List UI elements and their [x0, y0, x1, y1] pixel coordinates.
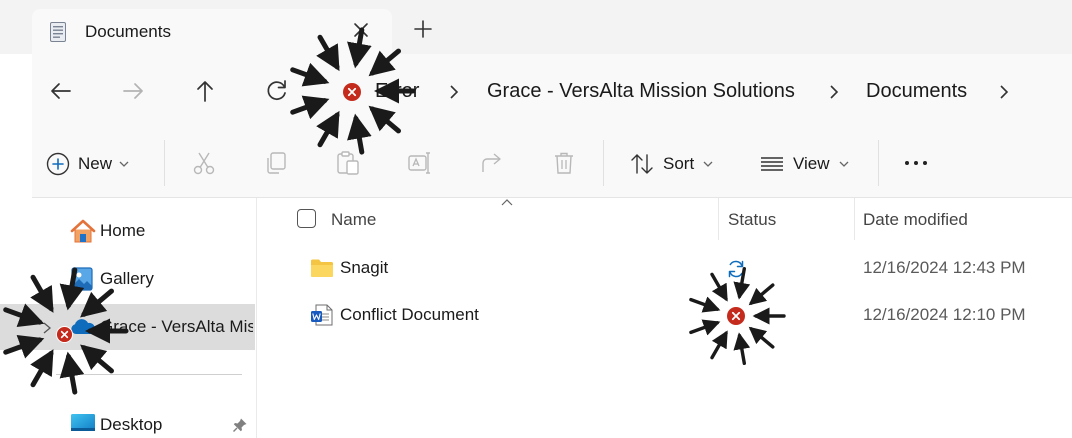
- select-all-checkbox[interactable]: [297, 209, 316, 228]
- onedrive-cloud-icon: [71, 319, 95, 334]
- file-name: Snagit: [340, 258, 389, 277]
- chevron-right-icon[interactable]: [448, 84, 460, 100]
- tab-documents[interactable]: Documents: [32, 9, 392, 55]
- sidebar-label-home: Home: [100, 221, 146, 240]
- divider: [603, 140, 604, 186]
- divider: [878, 140, 879, 186]
- breadcrumb-item-documents[interactable]: Documents: [866, 80, 967, 103]
- file-row[interactable]: Snagit 12/16/2024 12:43 PM: [258, 245, 1072, 291]
- new-label: New: [78, 154, 113, 173]
- chevron-down-icon: [119, 161, 129, 167]
- expand-chevron-icon[interactable]: [42, 322, 52, 334]
- chevron-down-icon: [839, 161, 849, 167]
- cut-scissors-icon[interactable]: [191, 150, 217, 176]
- delete-trash-icon[interactable]: [551, 150, 577, 176]
- sidebar-label-desktop: Desktop: [100, 415, 163, 434]
- column-divider[interactable]: [854, 198, 855, 240]
- new-button[interactable]: New: [46, 150, 130, 178]
- sort-button[interactable]: Sort: [629, 150, 714, 178]
- up-arrow-icon[interactable]: [188, 74, 222, 108]
- address-bar: Error Grace - VersAlta Mission Solutions…: [32, 54, 1072, 128]
- share-icon[interactable]: [479, 150, 505, 176]
- document-icon: [50, 22, 66, 42]
- command-bar: New Sort View: [32, 128, 1072, 198]
- tab-title: Documents: [85, 22, 171, 41]
- error-label: Error: [375, 80, 420, 102]
- rename-icon[interactable]: [407, 150, 433, 176]
- sidebar-item-gallery[interactable]: Gallery: [0, 256, 255, 302]
- more-options-ellipsis-icon[interactable]: [903, 150, 929, 176]
- file-date-modified: 12/16/2024 12:10 PM: [863, 305, 1026, 324]
- error-status-icon: [56, 326, 73, 343]
- pin-icon[interactable]: [232, 417, 248, 433]
- refresh-icon[interactable]: [260, 74, 294, 108]
- home-icon: [70, 219, 96, 243]
- file-row[interactable]: Conflict Document 12/16/2024 12:10 PM: [258, 292, 1072, 338]
- column-header-name[interactable]: Name: [331, 210, 376, 230]
- view-label: View: [793, 154, 830, 173]
- forward-arrow-icon[interactable]: [116, 74, 150, 108]
- file-date-modified: 12/16/2024 12:43 PM: [863, 258, 1026, 277]
- close-icon[interactable]: [350, 19, 372, 41]
- sidebar-item-onedrive[interactable]: Grace - VersAlta Mission Solutions: [0, 304, 255, 350]
- view-lines-icon: [761, 157, 783, 171]
- error-status-icon: [727, 307, 745, 325]
- word-document-icon: [311, 304, 333, 326]
- column-header-date-modified[interactable]: Date modified: [863, 210, 968, 230]
- sidebar-label-onedrive: Grace - VersAlta Mission Solutions: [100, 317, 253, 336]
- gallery-icon: [71, 267, 93, 291]
- navigation-pane: Home Gallery Grace - VersAlta Mission So…: [0, 198, 257, 438]
- sort-label: Sort: [663, 154, 695, 173]
- column-divider[interactable]: [718, 198, 719, 240]
- tab-strip: Documents: [0, 0, 1072, 55]
- view-button[interactable]: View: [759, 150, 850, 178]
- chevron-down-icon: [703, 161, 713, 167]
- file-name: Conflict Document: [340, 305, 479, 324]
- plus-circle-icon: [46, 152, 70, 176]
- sort-ascending-caret-icon: [501, 199, 513, 206]
- copy-icon[interactable]: [263, 150, 289, 176]
- chevron-right-icon[interactable]: [998, 84, 1010, 100]
- back-arrow-icon[interactable]: [44, 74, 78, 108]
- paste-clipboard-icon[interactable]: [335, 150, 361, 176]
- sidebar-label-gallery: Gallery: [100, 269, 154, 288]
- new-tab-plus-icon[interactable]: [412, 18, 434, 40]
- desktop-icon: [71, 414, 95, 431]
- file-list: Name Status Date modified Snagit 12/16/2…: [258, 198, 1072, 438]
- chevron-right-icon[interactable]: [828, 84, 840, 100]
- breadcrumb-item-onedrive[interactable]: Grace - VersAlta Mission Solutions: [487, 80, 795, 103]
- folder-icon: [311, 259, 333, 277]
- divider: [56, 374, 242, 375]
- sync-pending-icon: [728, 260, 744, 278]
- sort-arrows-icon: [631, 154, 653, 174]
- error-icon: [343, 83, 361, 101]
- sidebar-item-home[interactable]: Home: [0, 208, 255, 254]
- divider: [164, 140, 165, 186]
- sidebar-item-desktop[interactable]: Desktop: [0, 400, 255, 438]
- column-header-status[interactable]: Status: [728, 210, 776, 230]
